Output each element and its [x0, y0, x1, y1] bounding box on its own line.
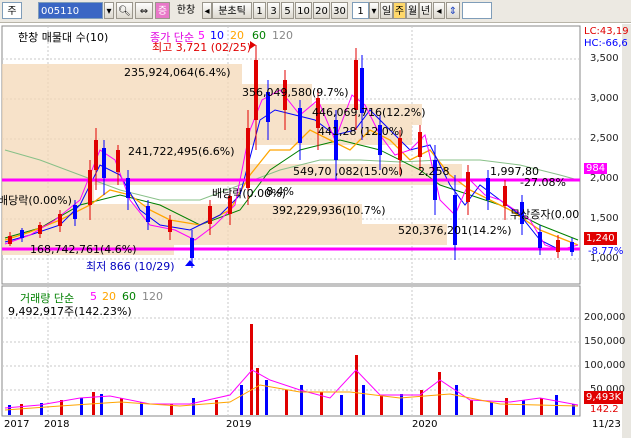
- event-label-pct: -27.08%: [520, 176, 566, 189]
- volume-pct: 142.2: [590, 404, 619, 415]
- price-tick-2500: 2,500: [590, 133, 619, 144]
- volume-ma-120: 120: [142, 290, 163, 303]
- hc-value: HC:-66,6: [584, 38, 628, 49]
- ma-legend-60: 60: [252, 29, 266, 42]
- volume-tick-100000: 100,000: [584, 360, 626, 371]
- vp-label-9: 520,376,201(14.2%): [398, 224, 512, 237]
- vp-label-6: 549,70 ,082(15.0%): [293, 165, 404, 178]
- date-label-2017: 2017: [4, 419, 30, 430]
- volume-current-tag: 9,493K: [584, 391, 624, 404]
- volume-ma-60: 60: [122, 290, 136, 303]
- price-tick-1500: 1,500: [590, 213, 619, 224]
- event-label-pct-2: 8.4%: [266, 185, 294, 198]
- vp-label-3: 446,069,716(12.2%): [312, 106, 426, 119]
- vp-label-4: 241,722,495(6.6%): [128, 145, 235, 158]
- date-label-current: 11/23: [592, 419, 621, 430]
- volume-tick-200000: 200,000: [584, 312, 626, 323]
- date-label-2019: 2019: [226, 419, 252, 430]
- volume-tick-150000: 150,000: [584, 336, 626, 347]
- vp-label-1: 235,924,064(6.4%): [124, 66, 231, 79]
- volume-ma-5: 5: [90, 290, 97, 303]
- lc-value: LC:43,19: [584, 26, 629, 37]
- vp-label-5: 441,28 (12.0%): [318, 125, 404, 138]
- price-tick-3000: 3,000: [590, 93, 619, 104]
- price-tick-2000: 2,000: [590, 173, 619, 184]
- low-label: 최저 866 (10/29): [86, 260, 175, 273]
- ma-legend-120: 120: [272, 29, 293, 42]
- date-label-2020: 2020: [412, 419, 438, 430]
- event-label-dividend-1: 배당락(0.00%): [0, 194, 72, 207]
- volume-value-text: 9,492,917주(142.23%): [8, 305, 132, 318]
- vp-label-10: 168,742,761(4.6%): [30, 243, 137, 256]
- current-price-tag: 1,240: [584, 232, 617, 245]
- vertical-scrollbar: [622, 24, 631, 438]
- price-legend-title: 한창 매물대 수(10): [18, 31, 109, 44]
- current-change: -8.77%: [588, 246, 624, 257]
- high-label: 최고 3,721 (02/25): [152, 41, 252, 54]
- price-tick-3500: 3,500: [590, 53, 619, 64]
- line-value-tag: 984: [584, 163, 608, 174]
- date-label-2018: 2018: [44, 419, 70, 430]
- volume-ma-20: 20: [102, 290, 116, 303]
- vp-label-2: 356,049,580(9.7%): [242, 86, 349, 99]
- event-label-value: 2,258: [418, 165, 450, 178]
- event-label-bonus: 무상증자(0.00: [510, 208, 580, 221]
- vp-label-8: 392,229,936(10.7%): [272, 204, 386, 217]
